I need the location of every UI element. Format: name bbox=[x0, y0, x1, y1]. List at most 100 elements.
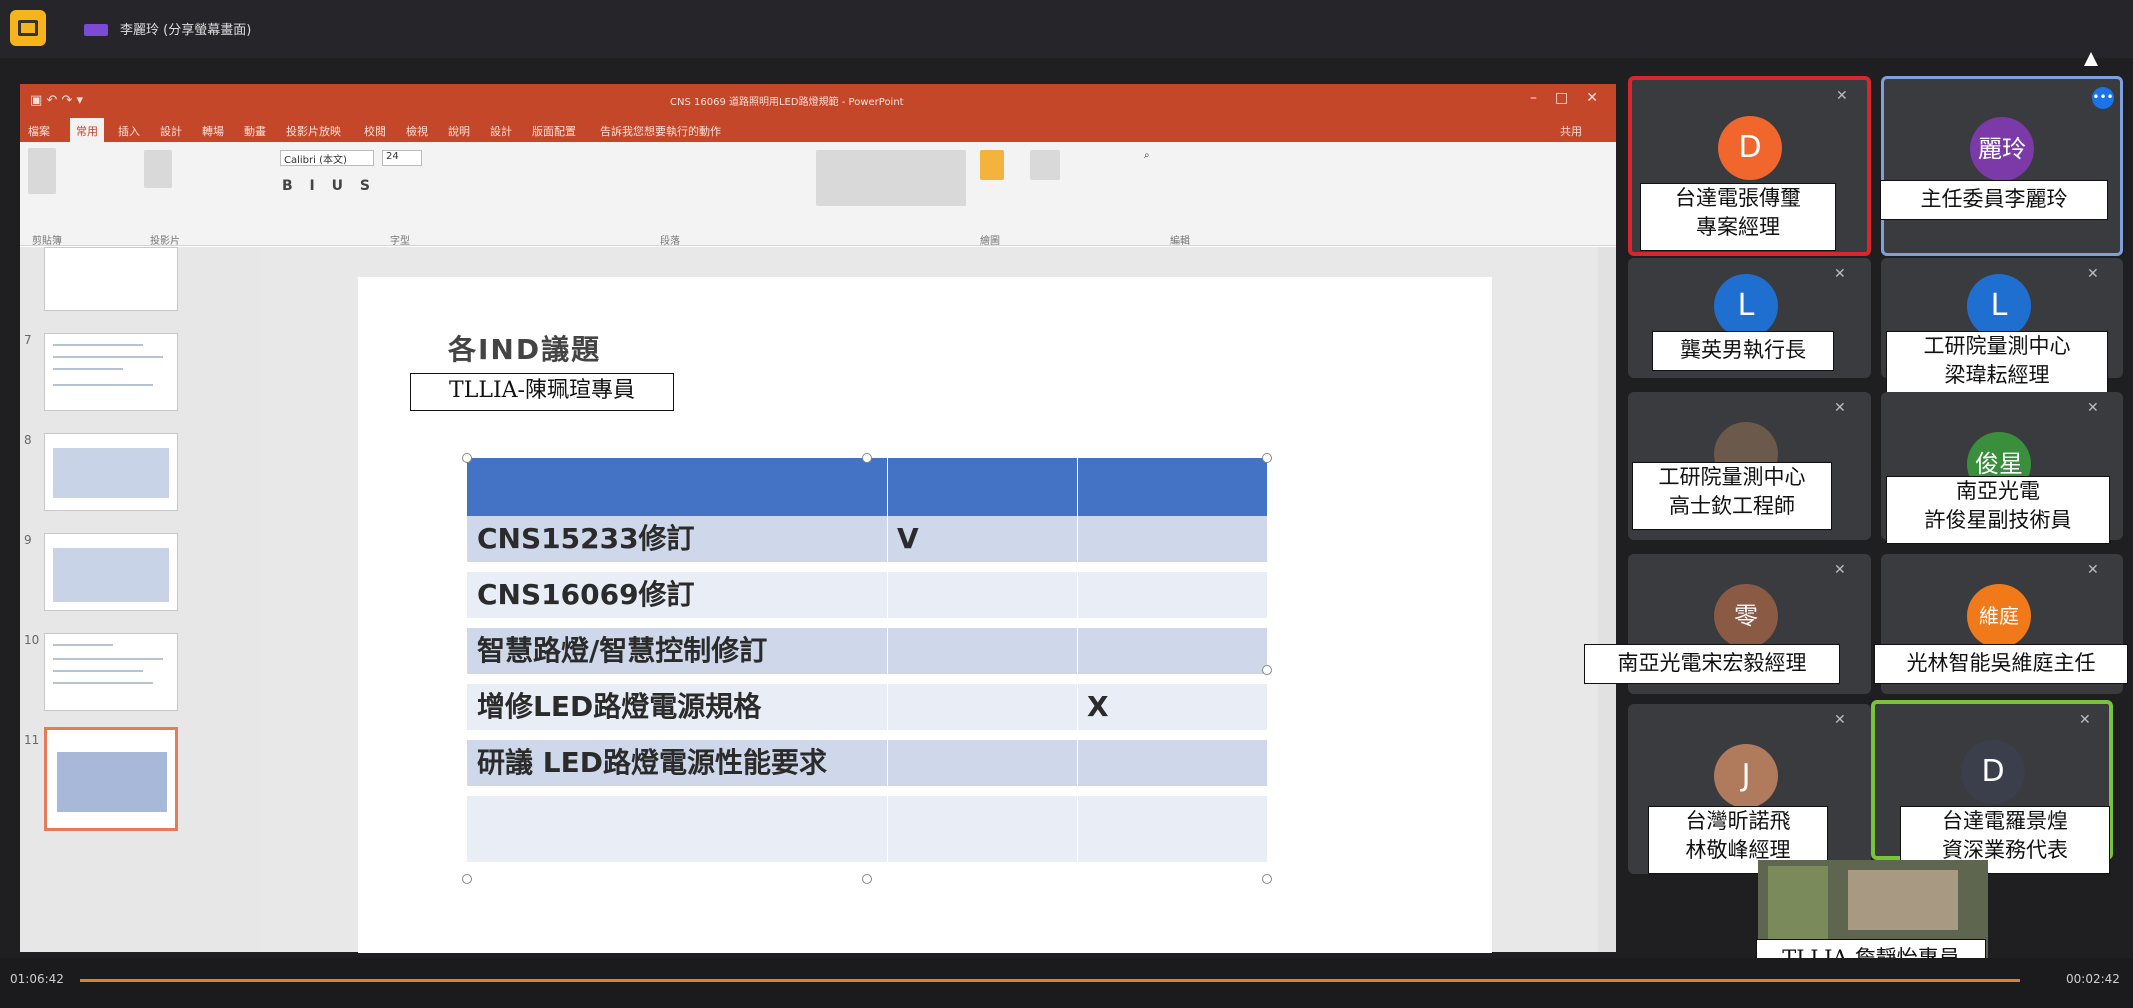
tab-design[interactable]: 設計 bbox=[160, 123, 182, 139]
slide-thumbnail-active[interactable] bbox=[44, 727, 178, 831]
participant-name: 台達電張傳璽 專案經理 bbox=[1640, 183, 1836, 251]
playback-progress[interactable] bbox=[80, 979, 2020, 982]
participant-name: 龔英男執行長 bbox=[1652, 331, 1834, 371]
font-family-select[interactable]: Calibri (本文) bbox=[280, 150, 374, 166]
participant-name: 主任委員李麗玲 bbox=[1880, 180, 2108, 220]
table-cell-col1 bbox=[887, 628, 1077, 674]
participant-name: 南亞光電宋宏毅經理 bbox=[1584, 644, 1840, 684]
slide-thumbnail[interactable] bbox=[44, 533, 178, 611]
table-column-divider bbox=[1077, 458, 1078, 862]
table-row: 研議 LED路燈電源性能要求 bbox=[467, 740, 1267, 786]
table-cell-item bbox=[467, 796, 887, 842]
meeting-top-bar bbox=[0, 0, 2133, 58]
participant-name: 工研院量測中心 高士欽工程師 bbox=[1632, 462, 1832, 530]
tab-design-contextual[interactable]: 設計 bbox=[490, 123, 512, 139]
table-row bbox=[467, 796, 1267, 862]
resize-handle[interactable] bbox=[1262, 665, 1272, 675]
video-scene bbox=[1848, 870, 1958, 930]
avatar: D bbox=[1718, 116, 1782, 180]
table-cell-col2 bbox=[1077, 740, 1267, 786]
avatar: J bbox=[1714, 744, 1778, 808]
slide-thumbnail[interactable] bbox=[44, 333, 178, 411]
mic-off-icon: ✕ bbox=[2079, 712, 2091, 728]
tab-home[interactable]: 常用 bbox=[70, 118, 104, 142]
group-label-slides: 投影片 bbox=[150, 236, 180, 247]
arrange-icon[interactable] bbox=[980, 150, 1004, 180]
ppt-ribbon: Calibri (本文) 24 B I U S ⌕ 剪貼簿 投影片 字型 段落 … bbox=[20, 142, 1616, 247]
find-icon[interactable]: ⌕ bbox=[1144, 150, 1150, 161]
table-cell-col2: X bbox=[1087, 690, 1109, 723]
avatar: 零 bbox=[1714, 584, 1778, 648]
mouse-cursor-icon bbox=[2084, 52, 2098, 66]
participant-name: 南亞光電 許俊星副技術員 bbox=[1886, 476, 2110, 544]
mic-off-icon: ✕ bbox=[1834, 712, 1846, 728]
slide-number: 9 bbox=[24, 533, 32, 547]
shapes-gallery[interactable] bbox=[816, 150, 966, 206]
avatar: L bbox=[1714, 274, 1778, 338]
table-cell-item: 智慧路燈/智慧控制修訂 bbox=[477, 634, 768, 667]
group-label-drawing: 繪圖 bbox=[980, 236, 1000, 247]
table-row: CNS15233修訂 V bbox=[467, 516, 1267, 562]
ppt-document-title: CNS 16069 道路照明用LED路燈規範 - PowerPoint bbox=[670, 97, 904, 108]
slide-heading: 各IND議題 bbox=[448, 333, 602, 366]
quick-access-icons[interactable]: ▣ ↶ ↷ ▾ bbox=[30, 93, 83, 108]
mic-off-icon: ✕ bbox=[1834, 266, 1846, 282]
new-slide-icon[interactable] bbox=[144, 150, 172, 188]
table-cell-item: CNS15233修訂 bbox=[477, 522, 695, 555]
tab-layout-contextual[interactable]: 版面配置 bbox=[532, 123, 576, 139]
tab-transitions[interactable]: 轉場 bbox=[202, 123, 224, 139]
resize-handle[interactable] bbox=[462, 453, 472, 463]
share-button[interactable]: 共用 bbox=[1560, 123, 1582, 139]
table-cell-col2 bbox=[1077, 572, 1267, 618]
window-controls[interactable]: –□✕ bbox=[1530, 90, 1616, 106]
quick-styles-icon[interactable] bbox=[1030, 150, 1060, 180]
avatar: 麗玲 bbox=[1970, 117, 2034, 181]
tab-help[interactable]: 說明 bbox=[448, 123, 470, 139]
table-cell-col2 bbox=[1077, 516, 1267, 562]
more-options-icon[interactable]: ••• bbox=[2092, 87, 2114, 109]
ppt-ribbon-tabs: 檔案 常用 插入 設計 轉場 動畫 投影片放映 校閱 檢視 說明 設計 版面配置… bbox=[20, 116, 1616, 142]
resize-handle[interactable] bbox=[862, 453, 872, 463]
resize-handle[interactable] bbox=[862, 874, 872, 884]
tab-file[interactable]: 檔案 bbox=[28, 123, 50, 139]
slide-number: 10 bbox=[24, 633, 40, 647]
slide-number: 11 bbox=[24, 733, 40, 747]
resize-handle[interactable] bbox=[1262, 453, 1272, 463]
tab-review[interactable]: 校閱 bbox=[364, 123, 386, 139]
slide-thumbnail[interactable] bbox=[44, 433, 178, 511]
avatar: L bbox=[1967, 274, 2031, 338]
tab-slideshow[interactable]: 投影片放映 bbox=[286, 123, 341, 139]
avatar: D bbox=[1961, 740, 2025, 804]
slide-thumbnail[interactable] bbox=[44, 633, 178, 711]
table-row: 智慧路燈/智慧控制修訂 bbox=[467, 628, 1267, 674]
tab-insert[interactable]: 插入 bbox=[118, 123, 140, 139]
table-cell-item: CNS16069修訂 bbox=[477, 578, 695, 611]
group-label-clipboard: 剪貼簿 bbox=[32, 236, 62, 247]
table-row: 增修LED路燈電源規格 X bbox=[467, 684, 1267, 730]
resize-handle[interactable] bbox=[1262, 874, 1272, 884]
slide-thumbnail[interactable] bbox=[44, 247, 178, 311]
tab-view[interactable]: 檢視 bbox=[406, 123, 428, 139]
paste-icon[interactable] bbox=[28, 148, 56, 194]
tell-me-search[interactable]: 告訴我您想要執行的動作 bbox=[600, 123, 721, 139]
mic-off-icon: ✕ bbox=[2087, 400, 2099, 416]
slide-thumbnails-panel[interactable]: 7 8 9 10 11 bbox=[20, 247, 260, 952]
mic-off-icon: ✕ bbox=[1836, 88, 1848, 104]
font-size-select[interactable]: 24 bbox=[382, 150, 422, 166]
ppt-title-bar: ▣ ↶ ↷ ▾ CNS 16069 道路照明用LED路燈規範 - PowerPo… bbox=[20, 84, 1616, 116]
vertical-scrollbar[interactable] bbox=[1598, 247, 1616, 952]
tab-animations[interactable]: 動畫 bbox=[244, 123, 266, 139]
avatar: 維庭 bbox=[1967, 584, 2031, 648]
participant-name: 工研院量測中心 梁瑋耘經理 bbox=[1886, 331, 2108, 399]
group-label-font: 字型 bbox=[390, 236, 410, 247]
slide-number: 8 bbox=[24, 433, 32, 447]
table-cell-item: 增修LED路燈電源規格 bbox=[477, 690, 762, 723]
participant-tile[interactable]: 麗玲 ••• bbox=[1881, 76, 2123, 256]
presenter-tag-icon bbox=[84, 24, 108, 36]
resize-handle[interactable] bbox=[462, 874, 472, 884]
elapsed-time: 01:06:42 bbox=[10, 972, 64, 986]
remaining-time: 00:02:42 bbox=[2066, 972, 2120, 986]
table-header-row bbox=[467, 458, 1267, 516]
font-style-buttons[interactable]: B I U S bbox=[282, 178, 376, 194]
app-logo-icon[interactable] bbox=[10, 10, 46, 46]
